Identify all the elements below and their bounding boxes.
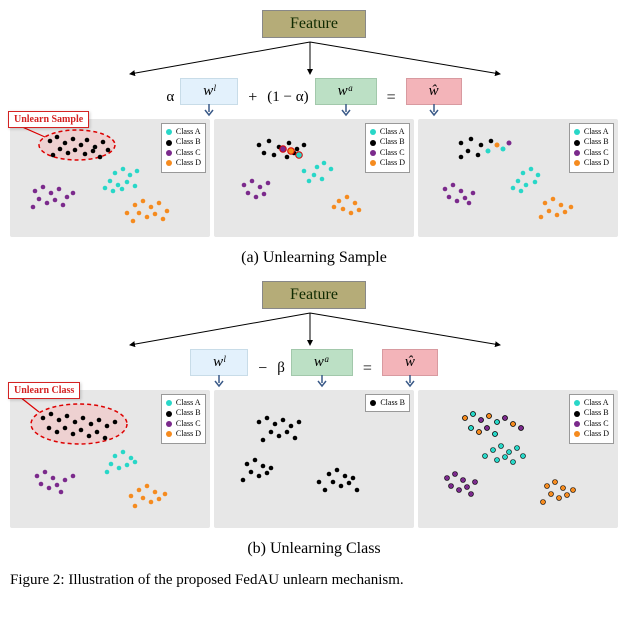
plot-b-left: Unlearn Class Class A Class B Class C Cl… [10,390,210,528]
legend-label: Class B [176,137,201,147]
wh-box-a: ŵ [406,78,462,105]
wl-box-b: wˡ [190,349,248,376]
legend-label: Class D [176,429,201,439]
legend-label: Class C [380,148,405,158]
diverge-arrows-b [10,311,610,349]
unlearn-class-badge: Unlearn Class [8,382,80,399]
legend-label: Class B [380,137,405,147]
down-arrow-icon [339,103,353,117]
plot-a-right: Class A Class B Class C Class D [418,119,618,237]
down-arrow-icon [403,374,417,388]
wh-box-b: ŵ [382,349,438,376]
legend-label: Class D [584,429,609,439]
legend-label: Class C [584,419,609,429]
wa-box-a: wᵃ [315,78,377,105]
scatter-plot [218,394,410,524]
legend: Class A Class B Class C Class D [569,394,614,444]
plots-row-a: Unlearn Sample Class A Class B Class C C… [10,119,618,237]
plot-a-mid: Class A Class B Class C Class D [214,119,414,237]
legend-label: Class A [584,127,609,137]
wl-box-a: wˡ [180,78,238,105]
subcaption-b: (b) Unlearning Class [10,540,618,558]
legend-label: Class B [584,137,609,147]
down-arrow-icon [212,374,226,388]
feature-label-box: Feature [262,281,366,309]
unlearn-sample-badge: Unlearn Sample [8,111,89,128]
legend-label: Class B [584,408,609,418]
minus-op: − [254,360,271,378]
section-b: Feature wˡ − β wᵃ = ŵ [10,281,618,558]
legend-label: Class D [584,158,609,168]
legend-label: Class B [176,408,201,418]
plot-b-mid: Class B [214,390,414,528]
legend: Class A Class B Class C Class D [161,123,206,173]
plots-row-b: Unlearn Class Class A Class B Class C Cl… [10,390,618,528]
down-arrow-icon [427,103,441,117]
equals-op: = [359,360,376,378]
legend-label: Class C [584,148,609,158]
legend-label: Class A [584,398,609,408]
legend: Class A Class B Class C Class D [161,394,206,444]
formula-a: α wˡ + (1 − α) wᵃ = ŵ [10,78,618,117]
down-arrow-icon [315,374,329,388]
equals-op: = [383,89,400,107]
subcaption-a: (a) Unlearning Sample [10,249,618,267]
legend: Class B [365,394,410,412]
figure-caption: Figure 2: Illustration of the proposed F… [10,572,618,589]
alpha-coef: α [166,89,174,106]
one-minus-alpha: (1 − α) [267,89,308,106]
legend: Class A Class B Class C Class D [569,123,614,173]
section-a: Feature α wˡ + (1 − α) [10,10,618,267]
legend-label: Class A [380,127,405,137]
legend-label: Class D [380,158,405,168]
down-arrow-icon [202,103,216,117]
figure-2: Feature α wˡ + (1 − α) [10,10,618,589]
legend-label: Class C [176,148,201,158]
legend: Class A Class B Class C Class D [365,123,410,173]
feature-label-box: Feature [262,10,366,38]
diverge-arrows-a [10,40,610,78]
plot-b-right: Class A Class B Class C Class D [418,390,618,528]
legend-label: Class A [176,127,201,137]
wa-box-b: wᵃ [291,349,353,376]
formula-b: wˡ − β wᵃ = ŵ [10,349,618,388]
plot-a-left: Unlearn Sample Class A Class B Class C C… [10,119,210,237]
plus-op: + [244,89,261,107]
legend-label: Class A [176,398,201,408]
beta-coef: β [277,360,285,377]
legend-label: Class B [380,398,405,408]
legend-label: Class D [176,158,201,168]
legend-label: Class C [176,419,201,429]
